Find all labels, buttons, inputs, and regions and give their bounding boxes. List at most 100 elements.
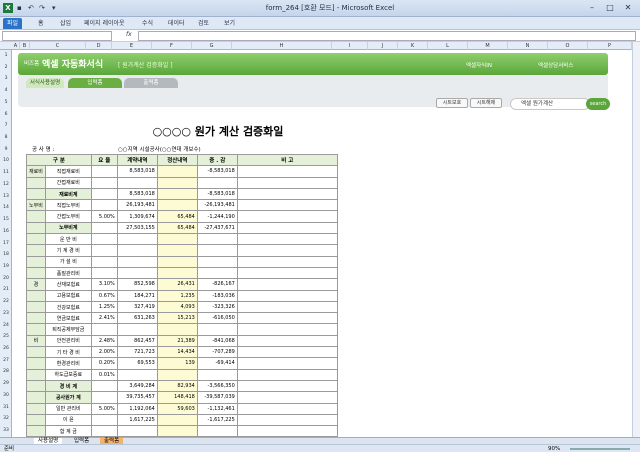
cell-group[interactable] xyxy=(26,176,46,189)
row-header[interactable]: 15 xyxy=(0,214,12,226)
cell-group[interactable] xyxy=(26,255,46,268)
excel-app-icon[interactable]: X xyxy=(3,3,13,13)
cell-rate[interactable] xyxy=(90,379,118,393)
row-header[interactable]: 20 xyxy=(0,273,12,285)
tab-data[interactable]: 데이터 xyxy=(164,18,189,29)
cell-remark[interactable] xyxy=(236,312,338,325)
row-header[interactable]: 33 xyxy=(0,425,12,437)
cell-item[interactable]: 기 계 경 비 xyxy=(44,244,92,257)
cell-remark[interactable] xyxy=(236,402,338,415)
cell-diff[interactable] xyxy=(196,255,238,268)
cell-remark[interactable] xyxy=(236,334,338,348)
row-header[interactable]: 18 xyxy=(0,249,12,261)
row-header[interactable]: 25 xyxy=(0,331,12,343)
cell-settle[interactable] xyxy=(156,255,198,268)
cell-contract[interactable]: 1,309,674 xyxy=(116,210,158,223)
cell-diff[interactable]: -841,068 xyxy=(196,334,238,348)
cell-remark[interactable] xyxy=(236,266,338,280)
column-header[interactable]: A xyxy=(12,42,20,50)
cell-item[interactable]: 연금보험료 xyxy=(44,312,92,325)
tab-file[interactable]: 파일 xyxy=(3,18,23,29)
cell-remark[interactable] xyxy=(236,255,338,268)
cell-group[interactable] xyxy=(26,368,46,381)
cell-item[interactable]: 공사원가 계 xyxy=(44,391,92,404)
cell-rate[interactable] xyxy=(90,176,118,189)
cell-rate[interactable]: 0.67% xyxy=(90,289,118,302)
cell-settle[interactable] xyxy=(156,425,198,437)
cell-contract[interactable] xyxy=(116,323,158,336)
cell-rate[interactable]: 5.00% xyxy=(90,402,118,415)
cell-remark[interactable] xyxy=(236,357,338,370)
cell-remark[interactable] xyxy=(236,176,338,189)
cell-diff[interactable] xyxy=(196,244,238,257)
cell-contract[interactable] xyxy=(116,266,158,280)
cell-contract[interactable] xyxy=(116,368,158,381)
cell-remark[interactable] xyxy=(236,165,338,178)
cell-item[interactable]: 간접재료비 xyxy=(44,176,92,189)
cell-settle[interactable] xyxy=(156,413,198,427)
column-header[interactable]: H xyxy=(232,42,332,50)
cell-diff[interactable]: -3,566,350 xyxy=(196,379,238,393)
column-header[interactable]: B xyxy=(20,42,30,50)
cell-group[interactable] xyxy=(26,187,46,201)
cell-group[interactable] xyxy=(26,289,46,302)
tab-howto[interactable]: 서식사용설명 xyxy=(26,78,64,88)
column-header[interactable]: P xyxy=(588,42,632,50)
cell-contract[interactable]: 39,735,457 xyxy=(116,391,158,404)
cell-item[interactable]: 경 비 계 xyxy=(44,379,92,393)
row-header[interactable]: 12 xyxy=(0,179,12,191)
cell-contract[interactable] xyxy=(116,233,158,246)
cell-contract[interactable] xyxy=(116,425,158,437)
cell-settle[interactable]: 14,434 xyxy=(156,346,198,359)
cell-contract[interactable]: 862,457 xyxy=(116,334,158,348)
cell-rate[interactable] xyxy=(90,221,118,235)
cell-rate[interactable] xyxy=(90,425,118,437)
row-header[interactable]: 29 xyxy=(0,378,12,390)
cell-diff[interactable]: -69,414 xyxy=(196,357,238,370)
fx-icon[interactable]: fx xyxy=(126,31,132,38)
cell-rate[interactable]: 0.01% xyxy=(90,368,118,381)
cell-item[interactable]: 환경관리비 xyxy=(44,357,92,370)
cell-item[interactable]: 합 계 금 xyxy=(44,425,92,437)
cell-group[interactable] xyxy=(26,221,46,235)
column-header[interactable]: N xyxy=(508,42,548,50)
column-header[interactable]: M xyxy=(468,42,508,50)
row-header[interactable]: 2 xyxy=(0,62,12,74)
cell-contract[interactable]: 721,723 xyxy=(116,346,158,359)
cell-settle[interactable] xyxy=(156,199,198,212)
cell-item[interactable]: 퇴직공제부담금 xyxy=(44,323,92,336)
row-header[interactable]: 30 xyxy=(0,390,12,402)
maximize-icon[interactable]: □ xyxy=(602,2,618,14)
cell-settle[interactable] xyxy=(156,266,198,280)
row-header[interactable]: 11 xyxy=(0,167,12,179)
cell-diff[interactable]: -8,583,018 xyxy=(196,165,238,178)
cell-group[interactable] xyxy=(26,323,46,336)
cell-remark[interactable] xyxy=(236,425,338,437)
row-header[interactable]: 21 xyxy=(0,284,12,296)
row-header[interactable]: 8 xyxy=(0,132,12,144)
cell-settle[interactable] xyxy=(156,165,198,178)
cell-settle[interactable]: 82,934 xyxy=(156,379,198,393)
row-header[interactable]: 14 xyxy=(0,202,12,214)
cell-diff[interactable] xyxy=(196,323,238,336)
protect-sheet-button[interactable]: 시트보호 xyxy=(436,98,468,108)
vertical-scrollbar[interactable] xyxy=(632,42,640,437)
cell-remark[interactable] xyxy=(236,199,338,212)
row-header[interactable]: 24 xyxy=(0,320,12,332)
cell-group[interactable] xyxy=(26,300,46,314)
cell-item[interactable]: 직접재료비 xyxy=(44,165,92,178)
cell-group[interactable]: 비 xyxy=(26,334,46,348)
cell-remark[interactable] xyxy=(236,379,338,393)
cell-diff[interactable] xyxy=(196,266,238,280)
cell-remark[interactable] xyxy=(236,187,338,201)
cell-rate[interactable]: 2.00% xyxy=(90,346,118,359)
cell-item[interactable]: 산재보험료 xyxy=(44,278,92,291)
cell-contract[interactable]: 8,583,018 xyxy=(116,187,158,201)
cell-rate[interactable] xyxy=(90,255,118,268)
cell-diff[interactable]: -323,326 xyxy=(196,300,238,314)
cell-contract[interactable]: 1,617,225 xyxy=(116,413,158,427)
row-header[interactable]: 6 xyxy=(0,109,12,121)
cell-contract[interactable]: 27,503,155 xyxy=(116,221,158,235)
cell-settle[interactable] xyxy=(156,187,198,201)
cell-diff[interactable]: -1,244,190 xyxy=(196,210,238,223)
